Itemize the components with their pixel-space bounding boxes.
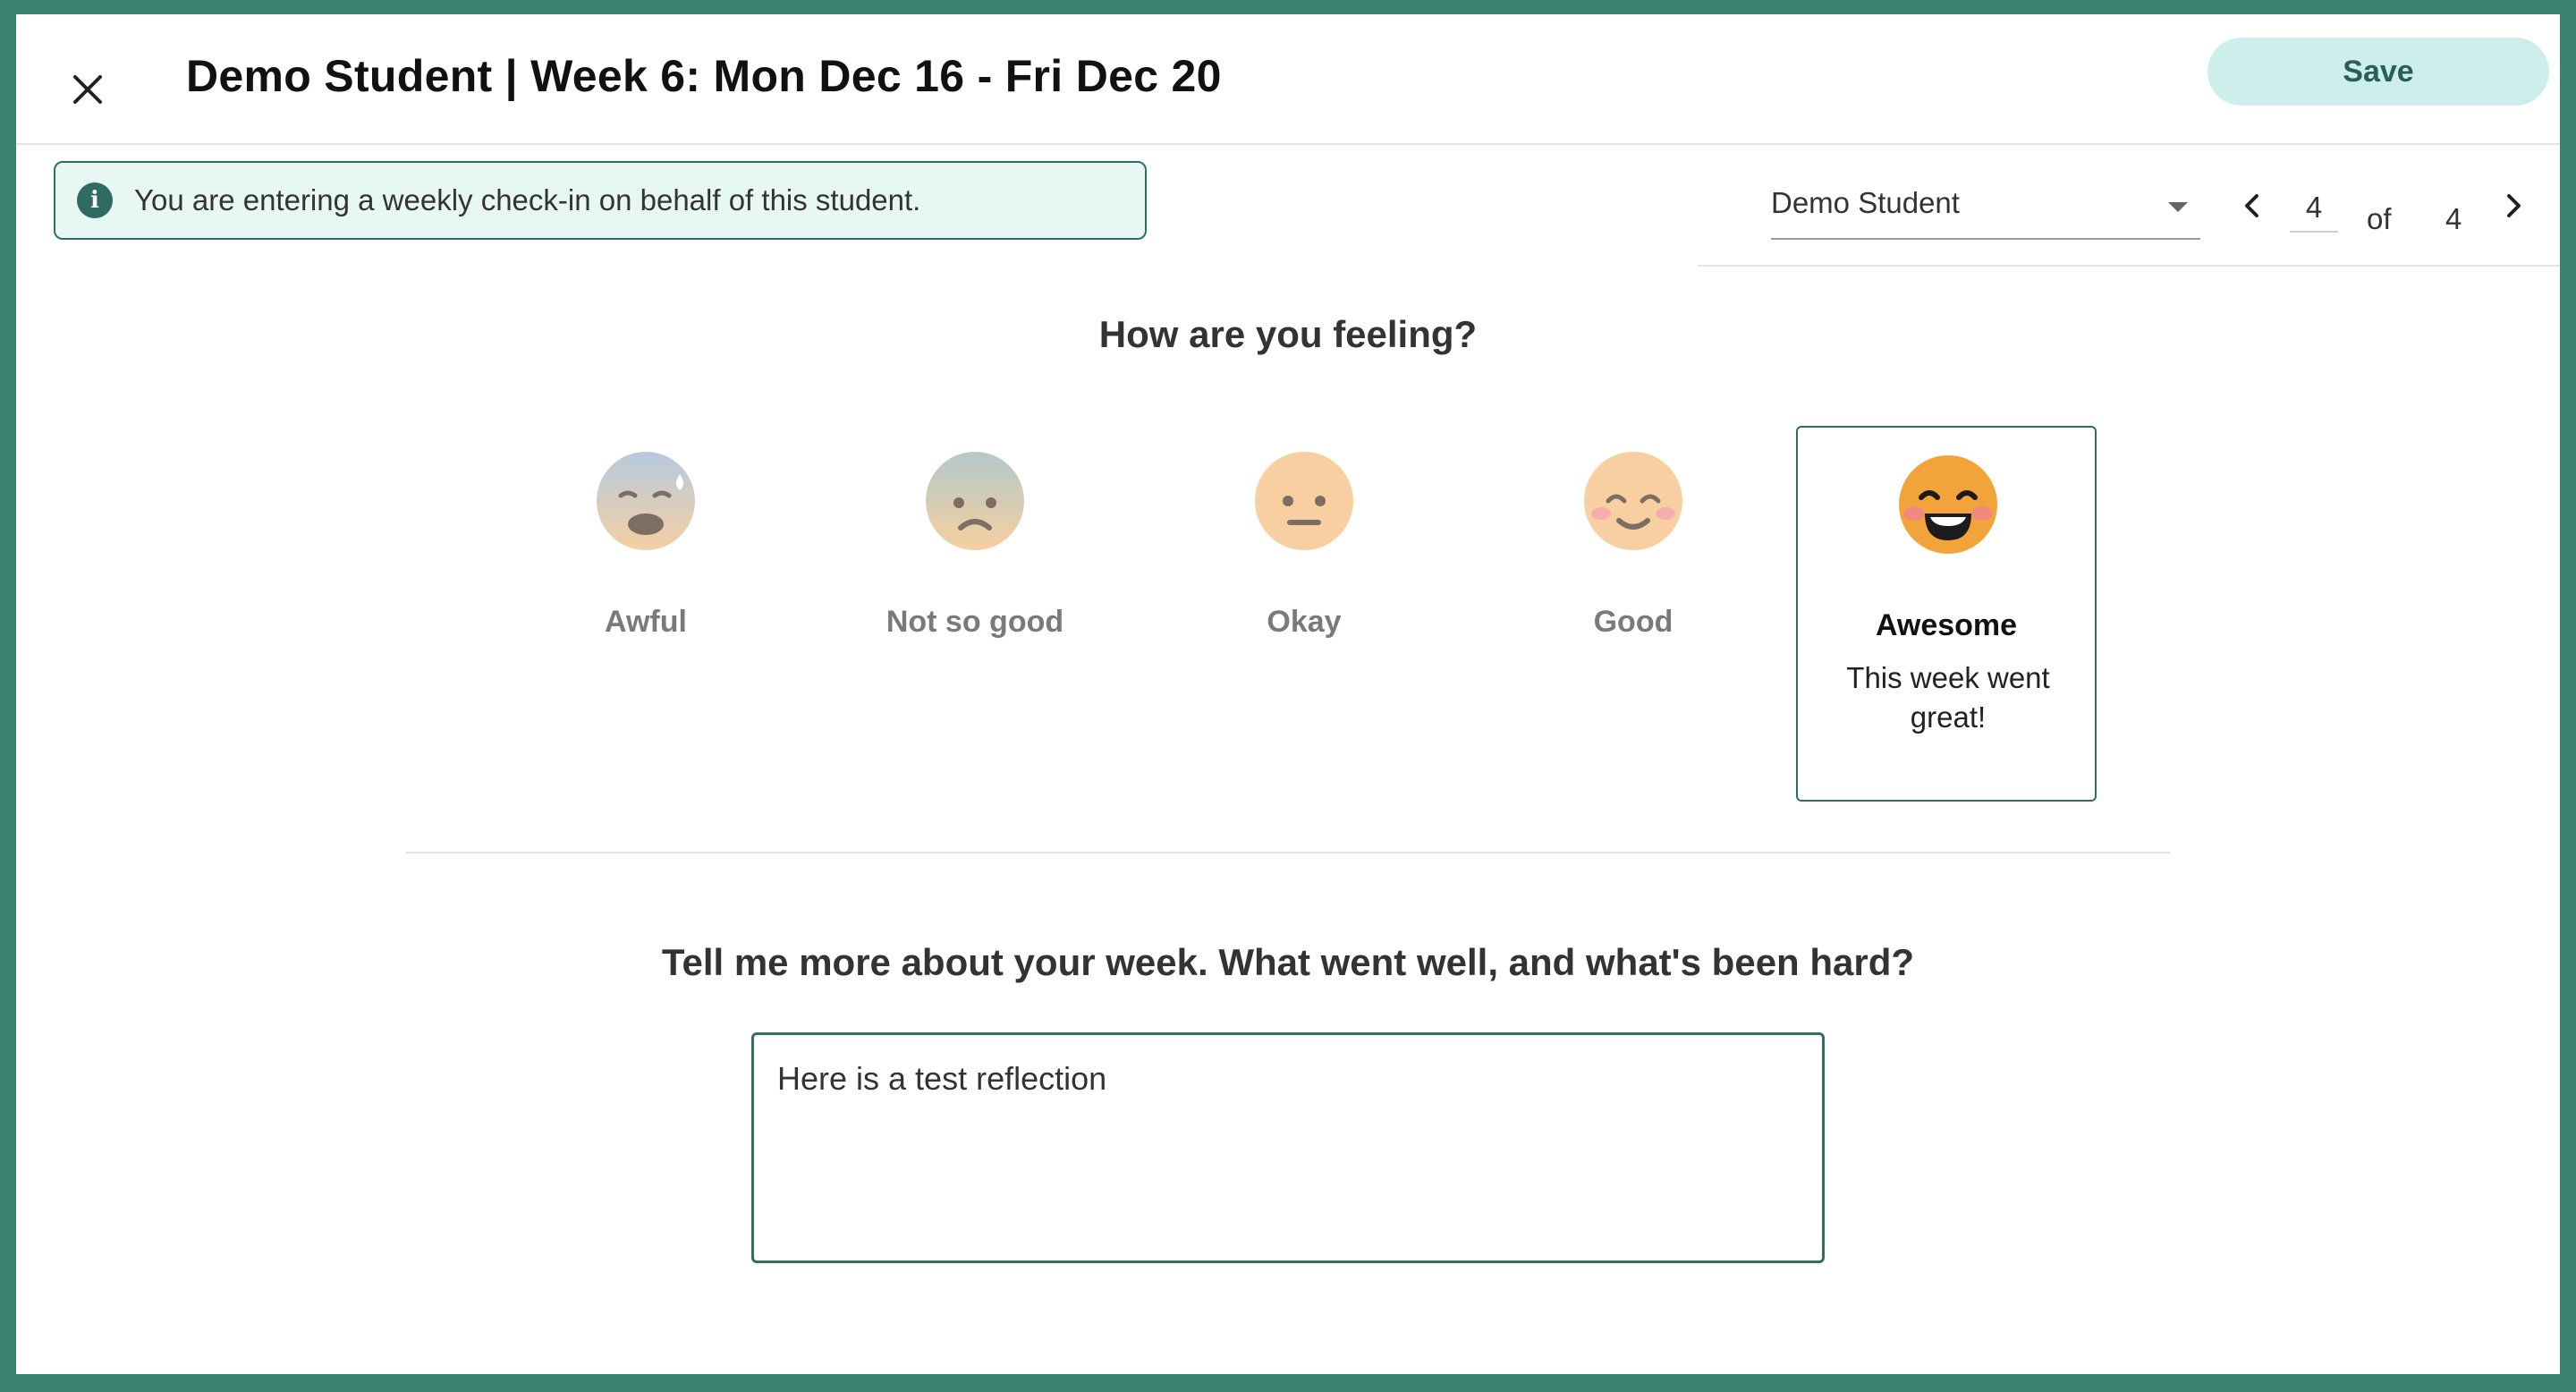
- mood-label: Okay: [1267, 605, 1342, 639]
- mood-label: Awful: [605, 605, 687, 639]
- mood-label: Not so good: [886, 605, 1064, 639]
- mood-option-good[interactable]: Good: [1483, 426, 1784, 802]
- student-select[interactable]: Demo Student: [1771, 174, 2200, 240]
- mood-label: Awesome: [1875, 608, 2018, 642]
- info-icon: i: [77, 182, 113, 218]
- close-icon: [73, 75, 102, 104]
- page-title: Demo Student | Week 6: Mon Dec 16 - Fri …: [186, 51, 1222, 101]
- mood-option-awful[interactable]: Awful: [496, 426, 796, 802]
- divider: [1698, 265, 2560, 267]
- student-select-value: Demo Student: [1771, 186, 1960, 219]
- mood-option-okay[interactable]: Okay: [1154, 426, 1454, 802]
- checkin-dialog: Demo Student | Week 6: Mon Dec 16 - Fri …: [16, 14, 2560, 1374]
- dialog-header: Demo Student | Week 6: Mon Dec 16 - Fri …: [16, 14, 2560, 145]
- page-number-input[interactable]: [2290, 184, 2338, 233]
- chevron-right-icon: [2507, 194, 2521, 217]
- sad-face-icon: [926, 452, 1024, 550]
- mood-option-not-so-good[interactable]: Not so good: [825, 426, 1125, 802]
- happy-face-icon: [1584, 452, 1682, 550]
- previous-student-button[interactable]: [2234, 186, 2270, 225]
- pager-total: 4: [2445, 202, 2462, 235]
- save-button[interactable]: Save: [2207, 38, 2549, 106]
- pager-of-label: of: [2367, 202, 2392, 235]
- section-divider: [406, 852, 2170, 853]
- next-student-button[interactable]: [2496, 186, 2531, 225]
- info-banner-text: You are entering a weekly check-in on be…: [134, 183, 921, 216]
- mood-option-awesome[interactable]: Awesome This week went great!: [1796, 426, 2097, 802]
- chevron-left-icon: [2245, 194, 2258, 217]
- chevron-down-icon: [2168, 202, 2188, 212]
- mood-description: This week went great!: [1846, 661, 2050, 734]
- grinning-face-icon: [1899, 455, 1997, 554]
- feeling-question: How are you feeling?: [1098, 313, 1478, 355]
- info-banner: i You are entering a weekly check-in on …: [54, 161, 1147, 240]
- reflection-question: Tell me more about your week. What went …: [661, 941, 1915, 983]
- mood-label: Good: [1593, 605, 1674, 639]
- neutral-face-icon: [1255, 452, 1353, 550]
- reflection-textarea[interactable]: Here is a test reflection: [751, 1032, 1825, 1263]
- close-button[interactable]: [52, 54, 123, 125]
- awful-face-icon: [597, 452, 695, 550]
